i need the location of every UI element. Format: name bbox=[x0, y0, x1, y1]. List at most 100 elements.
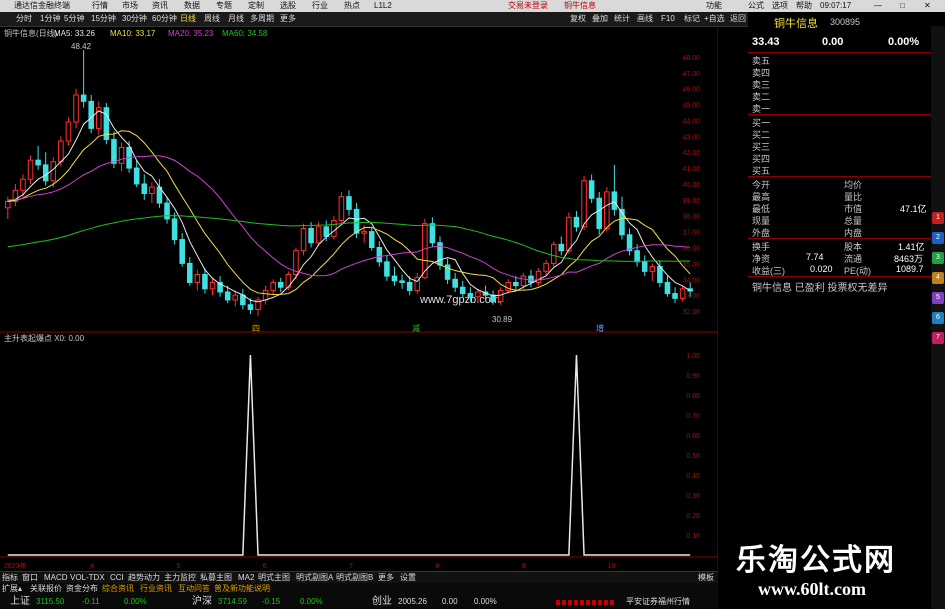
candle-body bbox=[331, 220, 337, 237]
menu-select[interactable]: 选股 bbox=[280, 0, 296, 12]
toolbar-f10[interactable]: F10 bbox=[661, 13, 675, 25]
event-marker-1[interactable]: 四 bbox=[252, 324, 260, 333]
candle-body bbox=[452, 278, 458, 288]
candle-body bbox=[308, 227, 314, 244]
mini-activity-bar bbox=[556, 600, 616, 605]
candle-body bbox=[35, 159, 41, 166]
candle-body bbox=[300, 227, 307, 252]
toolbar-add-watchlist[interactable]: +自选 bbox=[704, 13, 725, 25]
candle-body bbox=[315, 226, 322, 244]
topbar-stock-name: 铜牛信息 bbox=[564, 1, 596, 10]
toolbar-adjust[interactable]: 复权 bbox=[570, 13, 586, 25]
sidebar-icon-3[interactable]: 3 bbox=[932, 252, 944, 264]
toolbar-stats[interactable]: 统计 bbox=[614, 13, 630, 25]
menu-industry[interactable]: 行业 bbox=[312, 0, 328, 12]
index-cy-name[interactable]: 创业 bbox=[372, 596, 392, 608]
menu-options[interactable]: 选项 bbox=[772, 0, 788, 12]
candle-body bbox=[399, 280, 405, 283]
price-tick-label: 42.00 bbox=[682, 150, 700, 157]
quote-footer: 铜牛信息 已盈利 投票权无差异 bbox=[752, 283, 888, 294]
candle-body bbox=[611, 191, 618, 210]
menu-quote[interactable]: 行情 bbox=[92, 0, 108, 12]
menu-formula[interactable]: 公式 bbox=[748, 0, 764, 12]
bottom-tab-related[interactable]: 关联报价 bbox=[30, 583, 62, 595]
sidebar-icon-1[interactable]: 1 bbox=[932, 212, 944, 224]
period-minute[interactable]: 分时 bbox=[16, 13, 32, 25]
indicator-tick-label: 0.20 bbox=[686, 513, 700, 520]
sidebar-icon-7[interactable]: 7 bbox=[932, 332, 944, 344]
period-month[interactable]: 月线 bbox=[228, 13, 244, 25]
index-sh-pct: 0.00% bbox=[124, 597, 147, 606]
toolbar-mark[interactable]: 标记 bbox=[684, 13, 700, 25]
kline-chart[interactable]: 铜牛信息(日线) MA5: 33.26 MA10: 33.17 MA20: 35… bbox=[0, 27, 718, 580]
price-tick-label: 39.00 bbox=[682, 198, 700, 205]
toolbar-draw[interactable]: 画线 bbox=[637, 13, 653, 25]
candle-body bbox=[664, 281, 671, 295]
period-1min[interactable]: 1分钟 bbox=[40, 13, 60, 25]
bottom-tab-expand[interactable]: 扩展▴ bbox=[2, 583, 22, 595]
period-multi[interactable]: 多周期 bbox=[250, 13, 274, 25]
maximize-icon[interactable]: □ bbox=[900, 0, 905, 12]
bottom-tab-new-features[interactable]: 普及新功能说明 bbox=[214, 583, 270, 595]
index-sh-name[interactable]: 上证 bbox=[10, 596, 30, 608]
candle-body bbox=[141, 183, 148, 195]
event-marker-2[interactable]: 减 bbox=[412, 323, 420, 333]
candle-body bbox=[224, 291, 231, 301]
bottom-tab-qa[interactable]: 互动问答 bbox=[178, 583, 210, 595]
minimize-icon[interactable]: — bbox=[874, 0, 882, 12]
menu-news[interactable]: 资讯 bbox=[152, 0, 168, 12]
period-60min[interactable]: 60分钟 bbox=[152, 13, 177, 25]
menu-custom[interactable]: 定制 bbox=[248, 0, 264, 12]
close-icon[interactable]: ✕ bbox=[924, 0, 931, 12]
period-week[interactable]: 周线 bbox=[204, 13, 220, 25]
clock: 09:07:17 bbox=[820, 1, 852, 10]
candle-body bbox=[171, 218, 178, 241]
menu-hot[interactable]: 热点 bbox=[344, 0, 360, 12]
menu-data[interactable]: 数据 bbox=[184, 0, 200, 12]
sidebar-icon-6[interactable]: 6 bbox=[932, 312, 944, 324]
pe-ratio: 1089.7 bbox=[896, 264, 924, 274]
date-axis-label: 7 bbox=[349, 563, 353, 570]
menu-market[interactable]: 市场 bbox=[122, 0, 138, 12]
price-tick-label: 32.00 bbox=[682, 309, 700, 316]
trade-login-notice[interactable]: 交易未登录 bbox=[508, 0, 548, 12]
menu-function[interactable]: 功能 bbox=[706, 0, 722, 12]
ma60-label: MA60: 34.58 bbox=[222, 29, 268, 38]
candle-body bbox=[27, 159, 34, 180]
index-hs-change: -0.15 bbox=[262, 597, 281, 606]
period-30min[interactable]: 30分钟 bbox=[122, 13, 147, 25]
candle-body bbox=[475, 291, 481, 298]
toolbar-overlay[interactable]: 叠加 bbox=[592, 13, 608, 25]
index-hs-name[interactable]: 沪深 bbox=[192, 596, 212, 608]
period-day[interactable]: 日线 bbox=[180, 13, 196, 25]
period-5min[interactable]: 5分钟 bbox=[64, 13, 84, 25]
indicator-tick-label: 0.70 bbox=[686, 413, 700, 420]
event-marker-3[interactable]: 增 bbox=[596, 323, 604, 333]
price-tick-label: 40.00 bbox=[682, 182, 700, 189]
sidebar-icon-2[interactable]: 2 bbox=[932, 232, 944, 244]
candle-body bbox=[247, 304, 254, 310]
sidebar-icon-5[interactable]: 5 bbox=[932, 292, 944, 304]
bottom-tab-industry-news[interactable]: 行业资讯 bbox=[140, 583, 172, 595]
period-more[interactable]: 更多 bbox=[280, 13, 296, 25]
bottom-tab-fund[interactable]: 资金分布 bbox=[66, 583, 98, 595]
candle-body bbox=[361, 231, 367, 234]
menu-help[interactable]: 帮助 bbox=[796, 0, 812, 12]
price-tick-label: 38.00 bbox=[682, 214, 700, 221]
candle-body bbox=[149, 186, 155, 195]
menu-l1l2[interactable]: L1L2 bbox=[374, 0, 392, 12]
index-sh-value: 3115.50 bbox=[36, 597, 65, 606]
broker-status: 平安证券福州行情 bbox=[626, 597, 690, 606]
candle-body bbox=[209, 281, 216, 290]
period-15min[interactable]: 15分钟 bbox=[91, 13, 116, 25]
ma20-label: MA20: 35.23 bbox=[168, 29, 214, 38]
bottom-tab-news[interactable]: 综合资讯 bbox=[102, 583, 134, 595]
index-cy-pct: 0.00% bbox=[474, 597, 497, 606]
candle-body bbox=[118, 146, 125, 164]
sidebar-icon-4[interactable]: 4 bbox=[932, 272, 944, 284]
candle-body bbox=[573, 216, 580, 228]
indicator-tick-label: 0.60 bbox=[686, 433, 700, 440]
price-tick-label: 37.00 bbox=[682, 230, 700, 237]
menu-topic[interactable]: 专题 bbox=[216, 0, 232, 12]
toolbar-back[interactable]: 返回 bbox=[730, 13, 746, 25]
